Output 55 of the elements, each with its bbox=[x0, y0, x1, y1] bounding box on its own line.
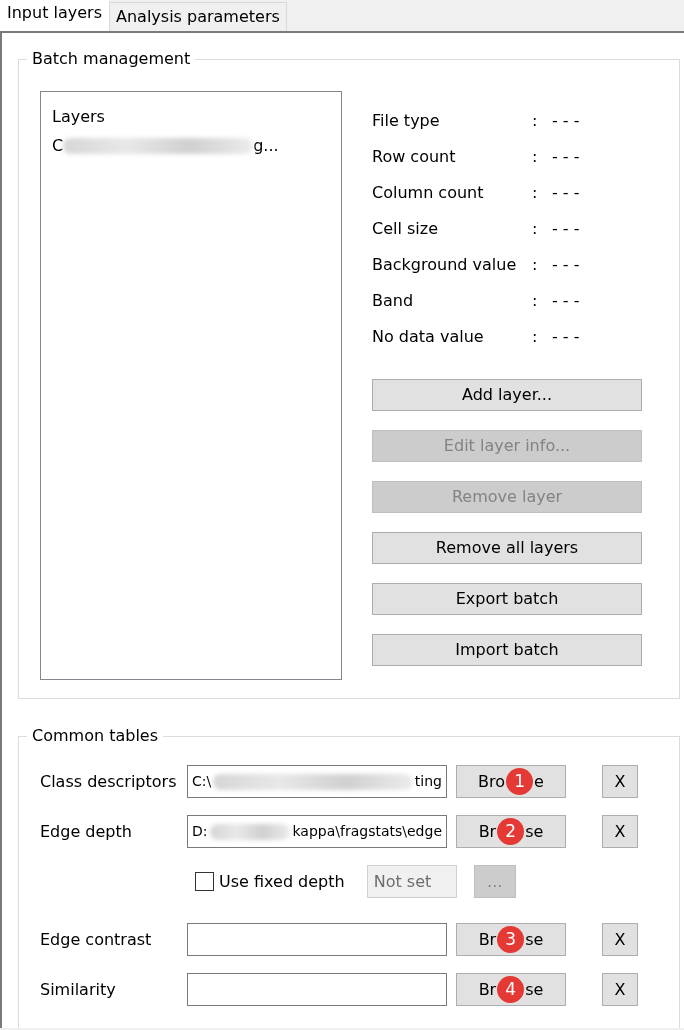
list-header: Layers bbox=[52, 106, 106, 128]
colon: : bbox=[532, 182, 539, 204]
info-label: Column count bbox=[372, 182, 485, 204]
step-badge: 2 bbox=[497, 818, 525, 845]
path-field[interactable] bbox=[187, 973, 447, 1006]
info-label: No data value bbox=[372, 326, 485, 348]
browse-button[interactable]: Bro 1 e bbox=[456, 765, 566, 798]
action-button[interactable]: Remove all layers bbox=[372, 532, 642, 564]
action-button[interactable]: Export batch bbox=[372, 583, 642, 615]
info-value: - - - bbox=[552, 182, 580, 204]
clear-button[interactable]: X bbox=[602, 765, 638, 798]
more-button: ... bbox=[473, 865, 516, 898]
path-field[interactable]: C:\ ting bbox=[187, 765, 447, 798]
step-badge: 3 bbox=[497, 926, 525, 953]
tab[interactable]: Analysis parameters bbox=[109, 2, 287, 31]
info-value: - - - bbox=[552, 110, 580, 132]
colon: : bbox=[532, 290, 539, 312]
checkbox-label: Use fixed depth bbox=[219, 870, 345, 893]
info-label: Cell size bbox=[372, 218, 439, 240]
field-label: Edge contrast bbox=[40, 928, 153, 951]
info-label: Band bbox=[372, 290, 415, 312]
colon: : bbox=[532, 254, 539, 276]
colon: : bbox=[532, 326, 539, 348]
path-field[interactable]: D: kappa\fragstats\edge bbox=[187, 815, 447, 848]
depth-field: Not set bbox=[366, 865, 457, 898]
field-label: Similarity bbox=[40, 978, 117, 1001]
tab[interactable]: Input layers bbox=[0, 0, 109, 31]
info-value: - - - bbox=[552, 326, 580, 348]
field-label: Edge depth bbox=[40, 820, 133, 843]
clear-button[interactable]: X bbox=[602, 923, 638, 956]
checkbox[interactable] bbox=[195, 872, 214, 891]
layer-item[interactable]: g... bbox=[253, 131, 279, 160]
colon: : bbox=[532, 218, 539, 240]
step-badge: 4 bbox=[497, 976, 525, 1003]
step-badge: 1 bbox=[506, 768, 534, 795]
browse-button[interactable]: Br 4 se bbox=[456, 973, 566, 1006]
layer-item[interactable]: C bbox=[52, 131, 64, 160]
info-label: Row count bbox=[372, 146, 457, 168]
browse-button[interactable]: Br 3 se bbox=[456, 923, 566, 956]
info-value: - - - bbox=[552, 290, 580, 312]
colon: : bbox=[532, 146, 539, 168]
info-value: - - - bbox=[552, 146, 580, 168]
browse-button[interactable]: Br 2 se bbox=[456, 815, 566, 848]
clear-button[interactable]: X bbox=[602, 815, 638, 848]
path-field[interactable] bbox=[187, 923, 447, 956]
action-button[interactable]: Import batch bbox=[372, 634, 642, 666]
action-button[interactable]: Add layer... bbox=[372, 379, 642, 411]
clear-button[interactable]: X bbox=[602, 973, 638, 1006]
info-label: File type bbox=[372, 110, 441, 132]
layers-list[interactable]: Layers C g... bbox=[40, 91, 342, 680]
info-value: - - - bbox=[552, 254, 580, 276]
info-label: Background value bbox=[372, 254, 518, 276]
colon: : bbox=[532, 110, 539, 132]
field-label: Class descriptors bbox=[40, 770, 178, 793]
info-value: - - - bbox=[552, 218, 580, 240]
